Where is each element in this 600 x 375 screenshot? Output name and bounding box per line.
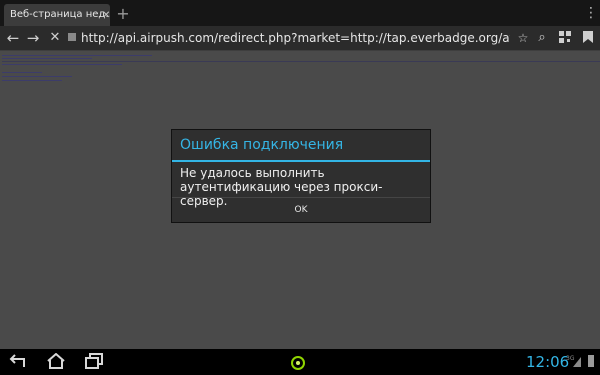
url-input[interactable]: http://api.airpush.com/redirect.php?mark… bbox=[68, 29, 510, 47]
stop-icon[interactable]: ✕ bbox=[46, 29, 64, 47]
battery-icon bbox=[588, 355, 594, 367]
search-icon[interactable]: ⌕ bbox=[533, 29, 551, 47]
page-text-line bbox=[2, 80, 62, 81]
address-bar: ← → ✕ http://api.airpush.com/redirect.ph… bbox=[0, 26, 600, 51]
url-text: http://api.airpush.com/redirect.php?mark… bbox=[81, 31, 510, 45]
signal-icon bbox=[573, 357, 581, 367]
star-icon[interactable]: ☆ bbox=[514, 29, 532, 47]
page-text-line bbox=[2, 58, 92, 59]
tab-bar: Веб-страница нед… ✕ + ⋮ bbox=[0, 0, 600, 26]
close-icon[interactable]: ✕ bbox=[102, 10, 110, 22]
status-clock: 12:06 bbox=[526, 353, 570, 371]
home-nav-icon[interactable] bbox=[46, 352, 66, 373]
page-text-line bbox=[2, 55, 152, 56]
page-text-line bbox=[2, 76, 72, 77]
page-text-line bbox=[2, 64, 122, 65]
page-text-line bbox=[2, 72, 42, 73]
connection-error-dialog: Ошибка подключения Не удалось выполнить … bbox=[171, 129, 431, 223]
favicon-icon bbox=[68, 33, 76, 41]
forward-icon[interactable]: → bbox=[24, 29, 42, 47]
plus-icon[interactable]: + bbox=[114, 5, 132, 23]
recent-apps-icon[interactable] bbox=[84, 353, 104, 373]
back-nav-icon[interactable] bbox=[8, 353, 28, 373]
browser-tab[interactable]: Веб-страница нед… ✕ bbox=[4, 4, 110, 26]
app-launcher-icon[interactable] bbox=[291, 356, 305, 370]
tab-title: Веб-страница нед… bbox=[10, 9, 110, 20]
dialog-title: Ошибка подключения bbox=[180, 137, 344, 153]
qr-icon[interactable] bbox=[556, 29, 574, 47]
page-text-line bbox=[2, 61, 600, 62]
ok-button[interactable]: OK bbox=[172, 198, 430, 222]
more-vertical-icon[interactable]: ⋮ bbox=[584, 5, 598, 21]
bookmarks-icon[interactable] bbox=[579, 29, 597, 47]
back-icon[interactable]: ← bbox=[4, 29, 22, 47]
dialog-divider bbox=[172, 160, 430, 162]
